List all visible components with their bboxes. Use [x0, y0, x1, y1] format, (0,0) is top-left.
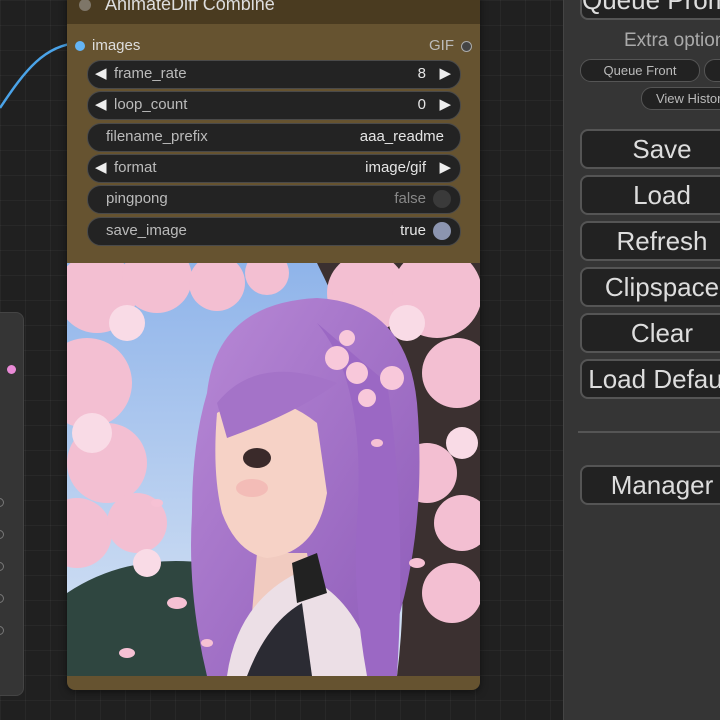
input-slot-dot[interactable] — [0, 594, 4, 603]
format-widget[interactable]: ◀ format image/gif ▶ — [87, 154, 461, 183]
io-slot-row: images GIF — [67, 35, 480, 57]
toggle-value: false — [394, 190, 426, 207]
widget-value: image/gif — [365, 159, 426, 176]
widget-label: pingpong — [106, 190, 168, 207]
images-input-dot[interactable] — [75, 41, 85, 51]
gif-output-label: GIF — [429, 37, 454, 54]
save-button[interactable]: Save — [580, 129, 720, 169]
input-slot-dot[interactable] — [0, 498, 4, 507]
increment-arrow-icon[interactable]: ▶ — [439, 95, 451, 113]
widget-value: 8 — [417, 65, 426, 82]
decrement-arrow-icon[interactable]: ◀ — [95, 64, 107, 82]
widget-label: loop_count — [114, 96, 188, 113]
extra-options-label[interactable]: Extra options — [624, 30, 720, 52]
comfy-menu-panel: Queue Prompt Extra options Queue Front V… — [563, 0, 720, 720]
queue-front-button[interactable]: Queue Front — [580, 59, 700, 82]
input-slot-dot[interactable] — [0, 626, 4, 635]
filename-prefix-widget[interactable]: filename_prefix aaa_readme — [87, 123, 461, 152]
input-slot-dot[interactable] — [0, 562, 4, 571]
toggle-off-knob-icon[interactable] — [433, 190, 451, 208]
load-button[interactable]: Load — [580, 175, 720, 215]
save-image-toggle[interactable]: save_image true — [87, 217, 461, 246]
clear-button[interactable]: Clear — [580, 313, 720, 353]
output-slot-dot[interactable] — [7, 365, 16, 374]
queue-prompt-button[interactable]: Queue Prompt — [580, 0, 720, 20]
gif-preview-image — [67, 263, 480, 676]
widget-label: save_image — [106, 222, 187, 239]
node-title: AnimateDiff Combine — [105, 0, 275, 14]
images-input-label: images — [92, 37, 141, 54]
widget-value: 0 — [417, 96, 426, 113]
load-default-button[interactable]: Load Default — [580, 359, 720, 399]
frame-rate-widget[interactable]: ◀ frame_rate 8 ▶ — [87, 60, 461, 89]
increment-arrow-icon[interactable]: ▶ — [439, 64, 451, 82]
toggle-on-knob-icon[interactable] — [433, 222, 451, 240]
manager-button[interactable]: Manager — [580, 465, 720, 505]
toggle-value: true — [400, 222, 426, 239]
node-title-bar[interactable]: AnimateDiff Combine — [67, 0, 480, 24]
widget-value: aaa_readme — [359, 128, 444, 145]
view-history-button[interactable]: View History — [641, 87, 720, 110]
clipspace-button[interactable]: Clipspace — [580, 267, 720, 307]
widget-label: format — [114, 159, 157, 176]
pingpong-toggle[interactable]: pingpong false — [87, 185, 461, 214]
view-queue-button[interactable] — [704, 59, 720, 82]
gif-output-dot[interactable] — [461, 41, 472, 52]
decrement-arrow-icon[interactable]: ◀ — [95, 95, 107, 113]
collapse-dot-icon[interactable] — [79, 0, 91, 11]
next-option-arrow-icon[interactable]: ▶ — [439, 158, 451, 176]
partial-node-left[interactable] — [0, 312, 24, 696]
refresh-button[interactable]: Refresh — [580, 221, 720, 261]
previous-option-arrow-icon[interactable]: ◀ — [95, 158, 107, 176]
input-slot-dot[interactable] — [0, 530, 4, 539]
menu-divider — [578, 431, 720, 433]
widget-label: filename_prefix — [106, 128, 208, 145]
widget-label: frame_rate — [114, 65, 187, 82]
loop-count-widget[interactable]: ◀ loop_count 0 ▶ — [87, 91, 461, 120]
